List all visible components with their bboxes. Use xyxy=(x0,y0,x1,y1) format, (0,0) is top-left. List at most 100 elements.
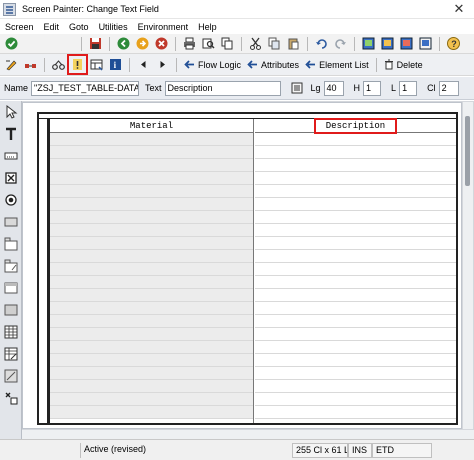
table-row[interactable] xyxy=(50,315,253,328)
table-row[interactable] xyxy=(50,354,253,367)
table-row[interactable] xyxy=(50,341,253,354)
table-row[interactable] xyxy=(50,224,253,237)
element-list-button[interactable]: Element List xyxy=(302,56,372,73)
check-icon[interactable] xyxy=(67,54,88,75)
hierarchy-icon[interactable] xyxy=(50,56,67,73)
checkbox-tool-icon[interactable] xyxy=(2,169,20,187)
table-row[interactable] xyxy=(255,276,456,289)
menu-environment[interactable]: Environment xyxy=(133,22,194,32)
horizontal-scrollbar[interactable] xyxy=(22,430,474,439)
table-row[interactable] xyxy=(50,159,253,172)
table-row[interactable] xyxy=(255,315,456,328)
table-row[interactable] xyxy=(255,224,456,237)
table-row[interactable] xyxy=(50,328,253,341)
table-row[interactable] xyxy=(255,302,456,315)
cancel-icon[interactable] xyxy=(153,35,170,52)
screen-info-icon[interactable]: i xyxy=(107,56,124,73)
help-icon[interactable]: ? xyxy=(445,35,462,52)
table-row[interactable] xyxy=(255,250,456,263)
radio-button-tool-icon[interactable] xyxy=(2,191,20,209)
table-row[interactable] xyxy=(255,354,456,367)
table-row[interactable] xyxy=(255,341,456,354)
table-row[interactable] xyxy=(50,276,253,289)
table-row[interactable] xyxy=(50,380,253,393)
find-icon[interactable] xyxy=(200,35,217,52)
table-row[interactable] xyxy=(255,289,456,302)
menu-utilities[interactable]: Utilities xyxy=(94,22,133,32)
l-field[interactable]: 1 xyxy=(399,80,418,96)
enter-check-icon[interactable] xyxy=(3,35,20,52)
description-column-header[interactable]: Description xyxy=(255,117,456,134)
table-wizard-icon[interactable] xyxy=(2,345,20,363)
table-row[interactable] xyxy=(255,211,456,224)
find-next-icon[interactable] xyxy=(219,35,236,52)
print-icon[interactable] xyxy=(181,35,198,52)
table-row[interactable] xyxy=(50,146,253,159)
table-row[interactable] xyxy=(255,393,456,406)
custom-control-tool-icon[interactable] xyxy=(2,367,20,385)
cl-field[interactable]: 2 xyxy=(438,80,459,96)
menu-edit[interactable]: Edit xyxy=(39,22,65,32)
table-row[interactable] xyxy=(50,302,253,315)
text-field[interactable]: Description xyxy=(164,80,281,96)
cut-icon[interactable] xyxy=(247,35,264,52)
vertical-scroll-thumb[interactable] xyxy=(465,116,470,186)
copy-icon[interactable] xyxy=(266,35,283,52)
table-control[interactable]: Material Description xyxy=(37,112,458,425)
table-row[interactable] xyxy=(50,185,253,198)
dictionary-icon[interactable] xyxy=(289,80,306,97)
table-row[interactable] xyxy=(50,367,253,380)
material-column-header[interactable]: Material xyxy=(50,119,253,133)
table-row[interactable] xyxy=(50,198,253,211)
table-row[interactable] xyxy=(50,211,253,224)
material-column[interactable]: Material xyxy=(50,119,254,423)
select-pointer-icon[interactable] xyxy=(2,103,20,121)
table-row[interactable] xyxy=(50,393,253,406)
table-row[interactable] xyxy=(255,406,456,419)
menu-goto[interactable]: Goto xyxy=(64,22,94,32)
row-selector-column[interactable] xyxy=(39,119,48,423)
name-field[interactable]: "ZSJ_TEST_TABLE-DATA1 xyxy=(31,80,140,96)
table-row[interactable] xyxy=(255,172,456,185)
menu-screen[interactable]: Screen xyxy=(0,22,39,32)
previous-icon[interactable] xyxy=(135,56,152,73)
delete-button[interactable]: Delete xyxy=(381,56,426,73)
layout-icon-1[interactable] xyxy=(360,35,377,52)
table-row[interactable] xyxy=(255,185,456,198)
layout-icon-4[interactable] xyxy=(417,35,434,52)
table-row[interactable] xyxy=(255,159,456,172)
tabstrip-wizard-icon[interactable] xyxy=(2,257,20,275)
input-field-tool-icon[interactable] xyxy=(2,147,20,165)
status-icon-tool-icon[interactable] xyxy=(2,389,20,407)
table-row[interactable] xyxy=(255,237,456,250)
text-field-tool-icon[interactable] xyxy=(2,125,20,143)
table-row[interactable] xyxy=(255,328,456,341)
description-column[interactable]: Description xyxy=(255,117,456,423)
lg-field[interactable]: 40 xyxy=(323,80,344,96)
table-row[interactable] xyxy=(50,289,253,302)
table-row[interactable] xyxy=(255,198,456,211)
table-row[interactable] xyxy=(50,263,253,276)
display-change-icon[interactable] xyxy=(3,56,20,73)
menu-help[interactable]: Help xyxy=(193,22,222,32)
subscreen-tool-icon[interactable] xyxy=(2,301,20,319)
table-row[interactable] xyxy=(50,133,253,146)
test-icon[interactable] xyxy=(88,56,105,73)
paste-icon[interactable] xyxy=(285,35,302,52)
table-row[interactable] xyxy=(50,237,253,250)
table-row[interactable] xyxy=(255,146,456,159)
redo-icon[interactable] xyxy=(332,35,349,52)
vertical-scrollbar[interactable] xyxy=(463,102,473,429)
flow-logic-button[interactable]: Flow Logic xyxy=(181,56,244,73)
table-control-tool-icon[interactable] xyxy=(2,323,20,341)
table-row[interactable] xyxy=(50,250,253,263)
pushbutton-tool-icon[interactable] xyxy=(2,213,20,231)
table-row[interactable] xyxy=(255,367,456,380)
table-row[interactable] xyxy=(255,133,456,146)
table-row[interactable] xyxy=(255,263,456,276)
back-icon[interactable] xyxy=(115,35,132,52)
save-icon[interactable] xyxy=(87,35,104,52)
next-icon[interactable] xyxy=(154,56,171,73)
table-row[interactable] xyxy=(50,406,253,419)
tabstrip-tool-icon[interactable] xyxy=(2,235,20,253)
